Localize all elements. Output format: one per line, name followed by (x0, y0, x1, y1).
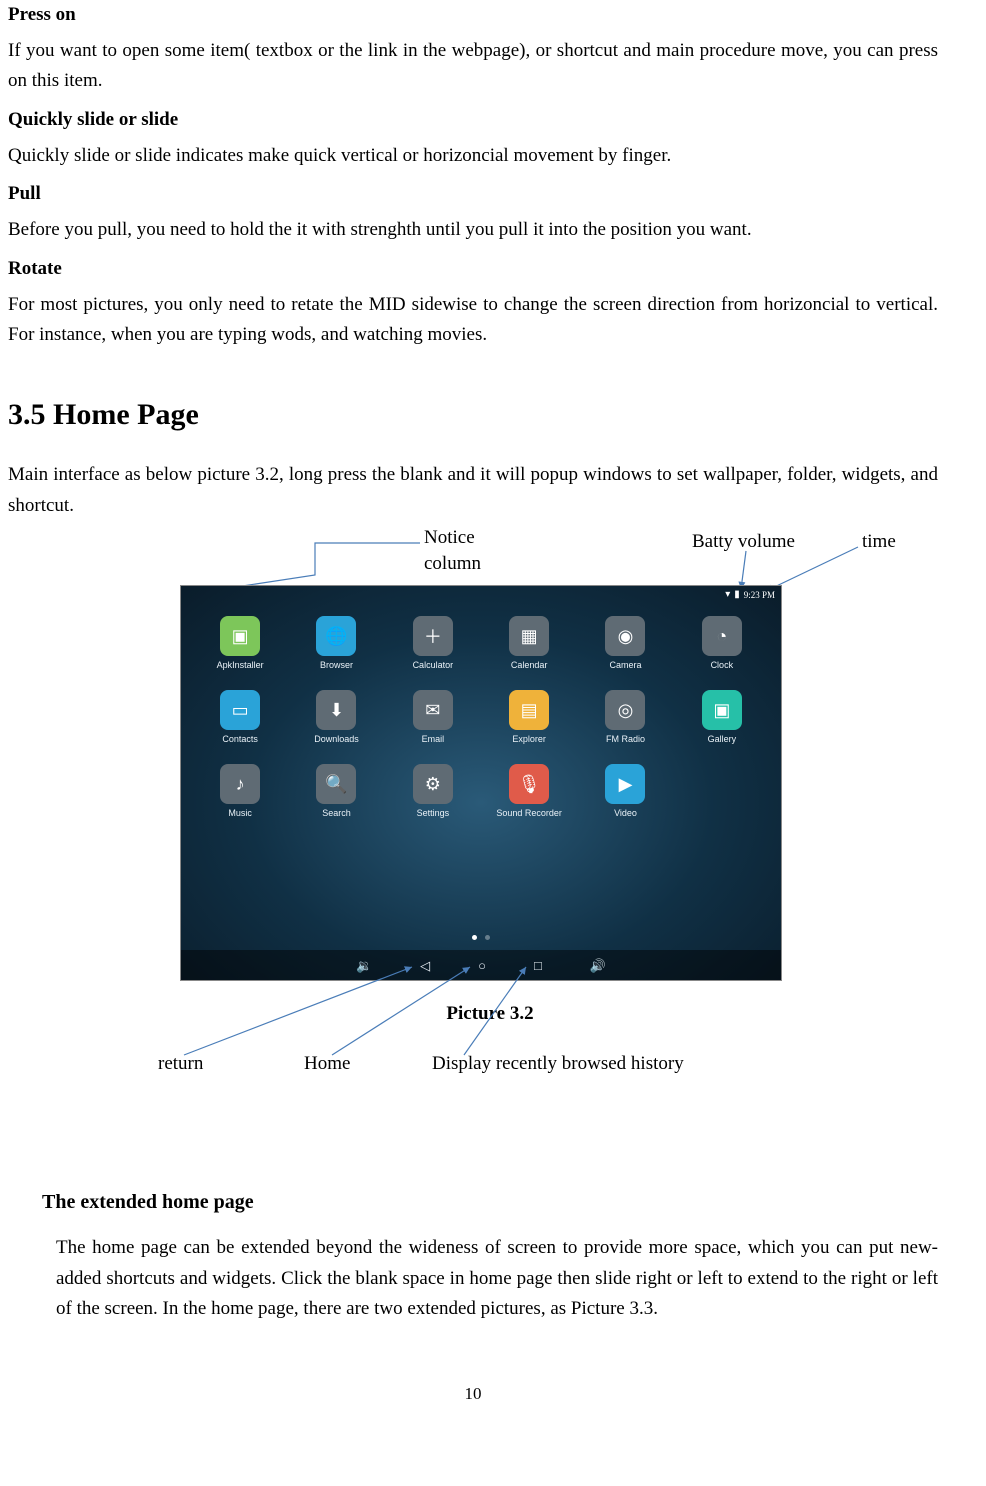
app-label: Calendar (511, 660, 548, 670)
app-video[interactable]: ▶ Video (586, 764, 664, 818)
para-rotate: For most pictures, you only need to reta… (8, 290, 938, 351)
dot (485, 935, 490, 940)
app-icon: ▣ (220, 616, 260, 656)
app-label: Contacts (222, 734, 258, 744)
app-label: Explorer (512, 734, 546, 744)
heading-extended: The extended home page (42, 1191, 938, 1214)
annotation-home: Home (304, 1053, 350, 1075)
app-explorer[interactable]: ▤ Explorer (490, 690, 568, 744)
app-calculator[interactable]: ＋ Calculator (394, 616, 472, 670)
app-contacts[interactable]: ▭ Contacts (201, 690, 279, 744)
app-grid[interactable]: ▣ ApkInstaller 🌐 Browser ＋ Calculator ▦ Calenda… (201, 616, 761, 818)
app-icon: ◉ (605, 616, 645, 656)
app-icon: ▦ (509, 616, 549, 656)
figure-caption: Picture 3.2 (0, 1003, 980, 1025)
app-label: Clock (711, 660, 734, 670)
screenshot-home: ▾ ▮ 9:23 PM ▣ ApkInstaller 🌐 Browser ＋ Calcul… (180, 585, 782, 981)
page-number: 10 (8, 1384, 938, 1404)
nav-back[interactable]: ◁ (420, 959, 430, 972)
annotation-time: time (862, 531, 896, 553)
app-label: Sound Recorder (496, 808, 562, 818)
nav-bar: 🔉 ◁ ○ □ 🔊 (181, 950, 781, 980)
app-label: Downloads (314, 734, 359, 744)
heading-rotate: Rotate (8, 258, 938, 280)
annotation-notice-l1: Notice (424, 527, 475, 549)
dot-active (472, 935, 477, 940)
app-label: Calculator (413, 660, 454, 670)
app-search[interactable]: 🔍 Search (297, 764, 375, 818)
app-icon: 🎙 (509, 764, 549, 804)
app-calendar[interactable]: ▦ Calendar (490, 616, 568, 670)
app-browser[interactable]: 🌐 Browser (297, 616, 375, 670)
app-label: Browser (320, 660, 353, 670)
app-label: Video (614, 808, 637, 818)
app-camera[interactable]: ◉ Camera (586, 616, 664, 670)
annotation-recent: Display recently browsed history (432, 1053, 684, 1075)
app-label: Camera (609, 660, 641, 670)
app-icon: ▶ (605, 764, 645, 804)
app-clock[interactable]: ◔ Clock (683, 616, 761, 670)
heading-slide: Quickly slide or slide (8, 109, 938, 131)
para-extended: The home page can be extended beyond the… (42, 1233, 938, 1324)
app-icon: ▭ (220, 690, 260, 730)
app-label: Music (228, 808, 252, 818)
app-icon: 🌐 (316, 616, 356, 656)
app-icon: ＋ (413, 616, 453, 656)
nav-vol-up[interactable]: 🔊 (590, 959, 606, 972)
app-label: Email (422, 734, 445, 744)
annotation-notice-l2: column (424, 553, 481, 575)
status-time: 9:23 PM (744, 591, 775, 600)
app-label: Search (322, 808, 351, 818)
figure-wrapper: Notice column Batty volume time ▾ ▮ 9:23… (0, 533, 980, 1173)
app-music[interactable]: ♪ Music (201, 764, 279, 818)
app-label: Gallery (708, 734, 737, 744)
status-bar: ▾ ▮ 9:23 PM (181, 586, 781, 604)
heading-press-on: Press on (8, 4, 938, 26)
app-icon: ◔ (702, 616, 742, 656)
page-indicator (181, 935, 781, 940)
app-settings[interactable]: ⚙ Settings (394, 764, 472, 818)
app-icon: ♪ (220, 764, 260, 804)
app-icon: ⬇ (316, 690, 356, 730)
para-press-on: If you want to open some item( textbox o… (8, 36, 938, 97)
nav-vol-down[interactable]: 🔉 (356, 959, 372, 972)
wifi-icon: ▾ (725, 590, 730, 600)
app-label: FM Radio (606, 734, 645, 744)
app-icon: ▣ (702, 690, 742, 730)
heading-pull: Pull (8, 183, 938, 205)
para-pull: Before you pull, you need to hold the it… (8, 215, 938, 245)
app-fm-radio[interactable]: ◎ FM Radio (586, 690, 664, 744)
app-icon: 🔍 (316, 764, 356, 804)
nav-home[interactable]: ○ (478, 959, 486, 972)
para-slide: Quickly slide or slide indicates make qu… (8, 141, 938, 171)
nav-recent[interactable]: □ (534, 959, 542, 972)
app-label: ApkInstaller (217, 660, 264, 670)
app-gallery[interactable]: ▣ Gallery (683, 690, 761, 744)
annotation-return: return (158, 1053, 203, 1075)
app-downloads[interactable]: ⬇ Downloads (297, 690, 375, 744)
app-apkinstaller[interactable]: ▣ ApkInstaller (201, 616, 279, 670)
app-icon: ⚙ (413, 764, 453, 804)
annotation-batty: Batty volume (692, 531, 795, 553)
heading-home-page: 3.5 Home Page (8, 398, 938, 432)
para-home-intro: Main interface as below picture 3.2, lon… (8, 460, 938, 521)
app-icon: ✉ (413, 690, 453, 730)
app-email[interactable]: ✉ Email (394, 690, 472, 744)
app-icon: ▤ (509, 690, 549, 730)
battery-icon: ▮ (734, 590, 740, 600)
app-label: Settings (417, 808, 450, 818)
app-icon: ◎ (605, 690, 645, 730)
app-sound-recorder[interactable]: 🎙 Sound Recorder (490, 764, 568, 818)
